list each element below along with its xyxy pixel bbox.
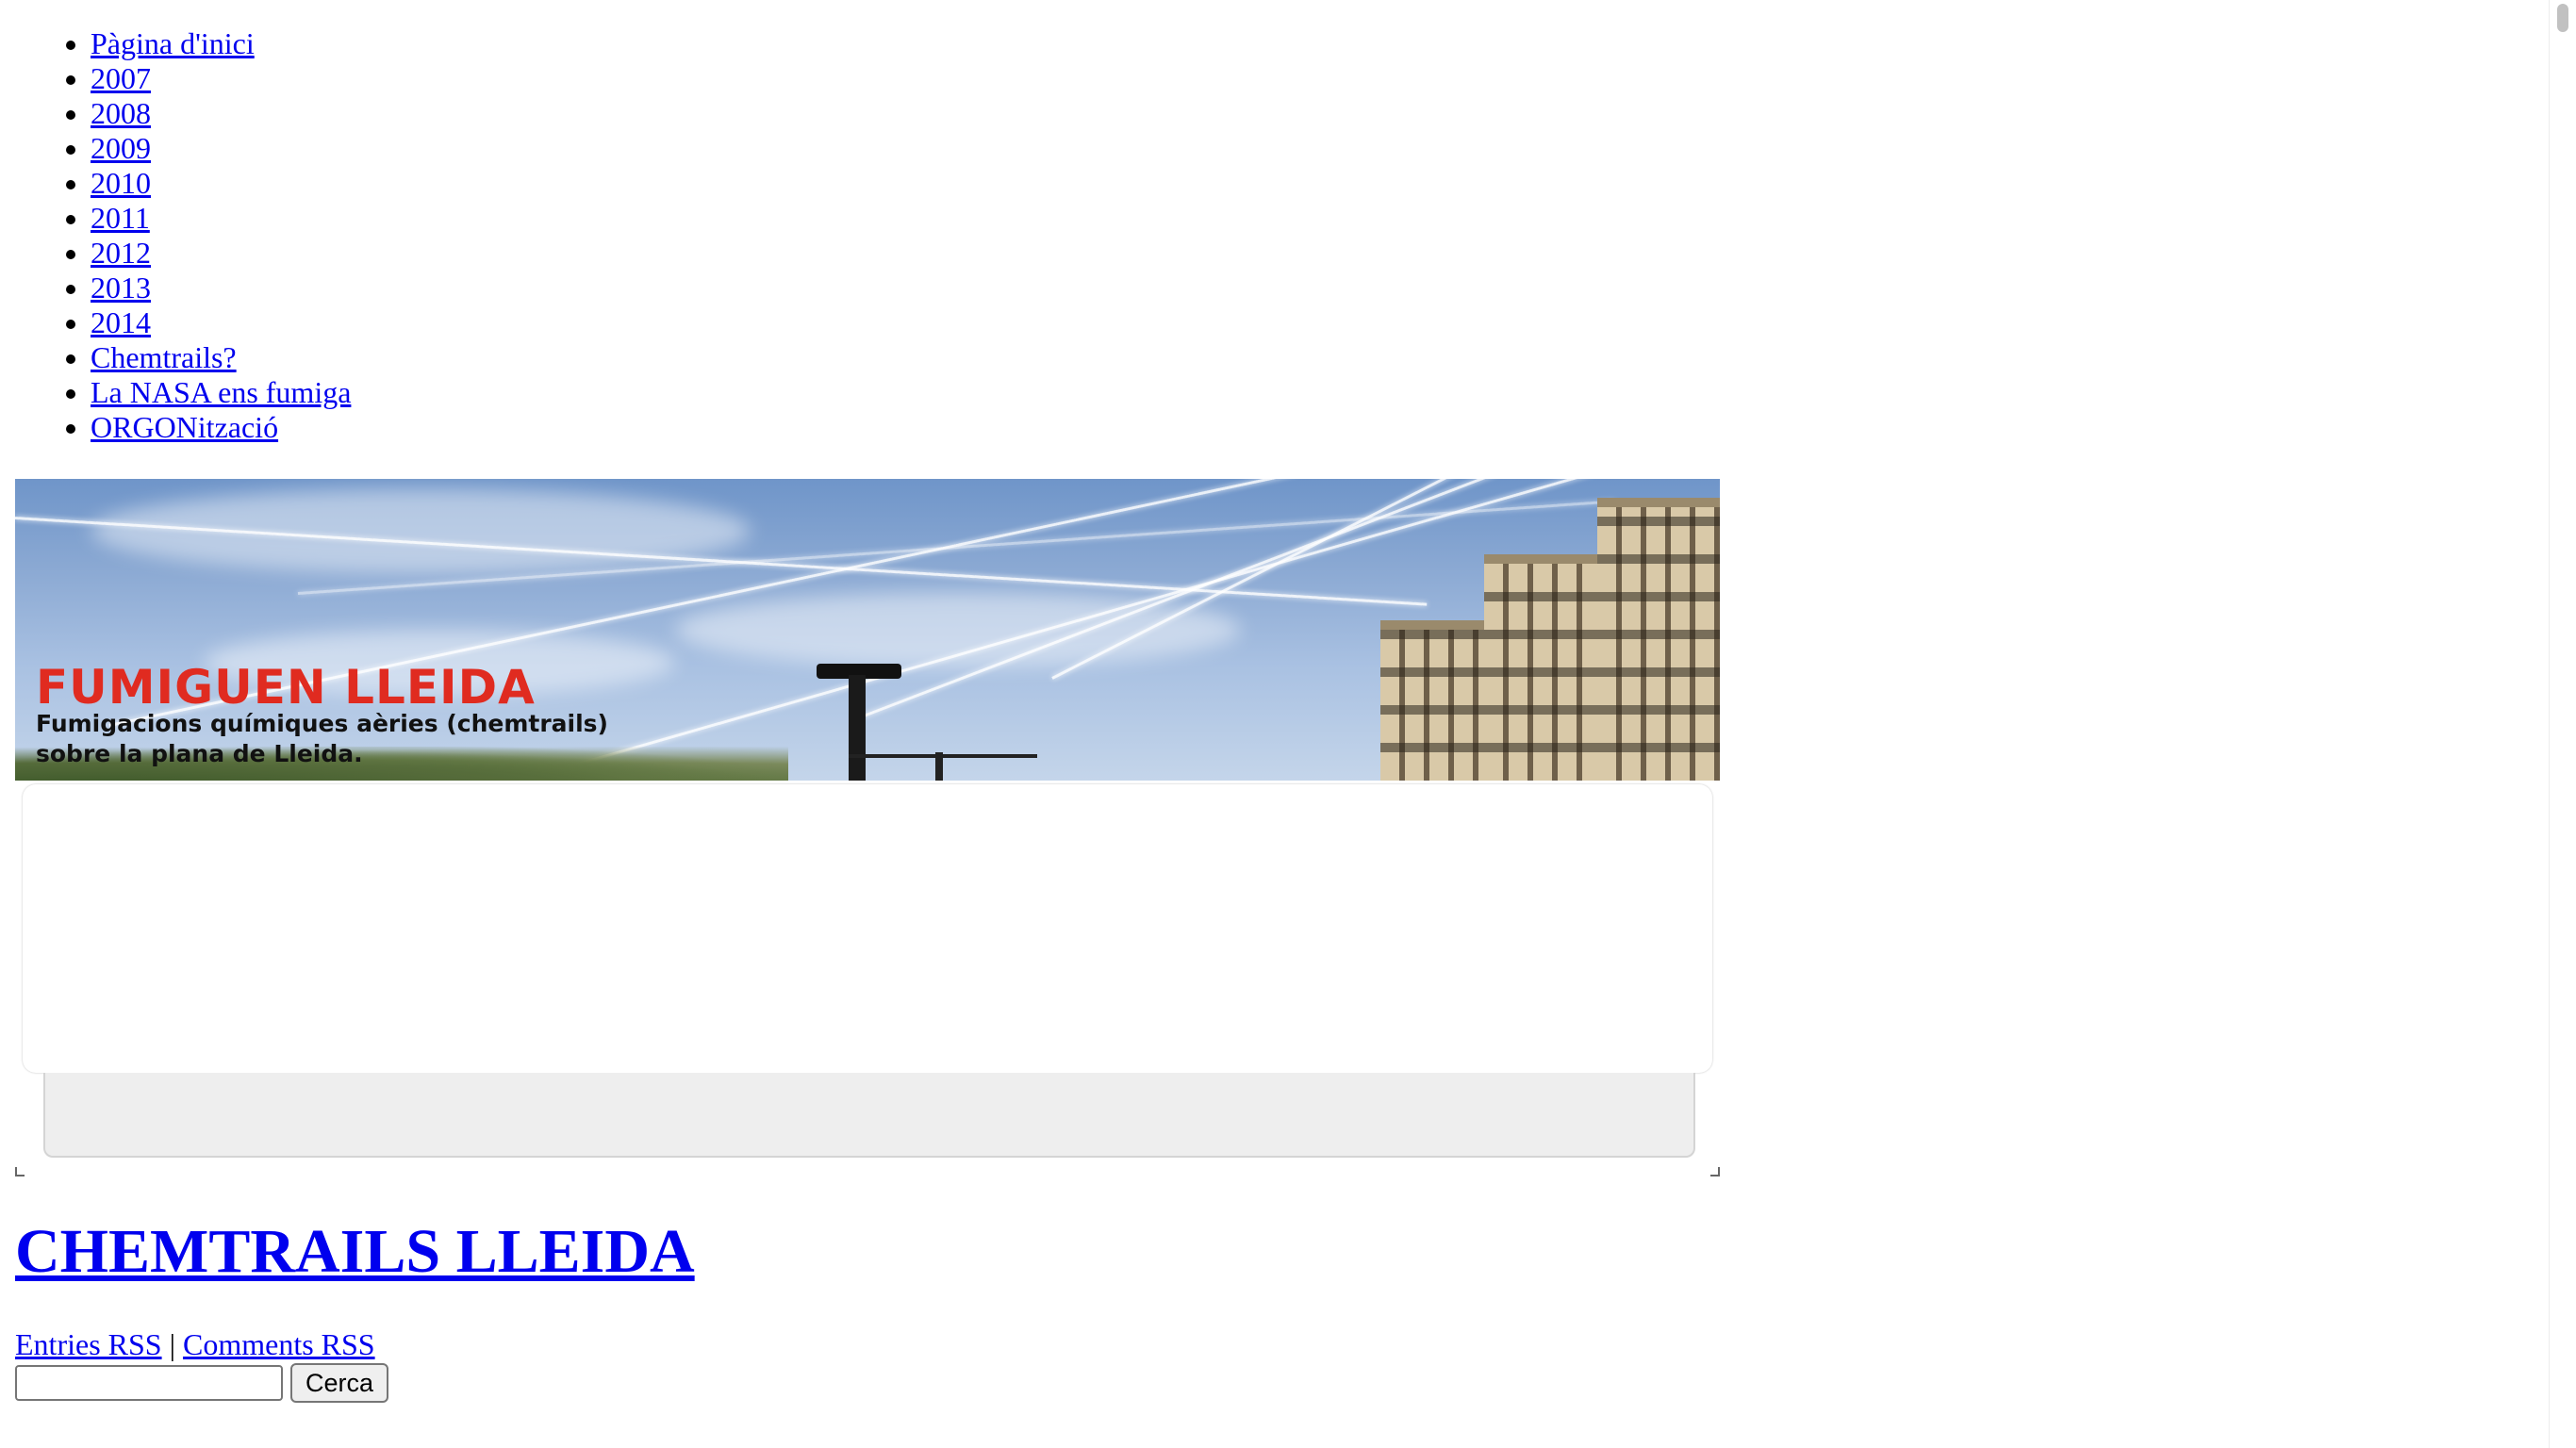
nav-item-2012: 2012 — [91, 236, 351, 271]
nav-link-2008[interactable]: 2008 — [91, 96, 151, 130]
search-input[interactable] — [15, 1365, 283, 1401]
nav-link-2012[interactable]: 2012 — [91, 236, 151, 270]
street-lamp-arm — [849, 754, 1037, 758]
main-navigation: Pàgina d'inici 2007 2008 2009 2010 2011 … — [15, 26, 351, 445]
street-lamp-post — [849, 675, 866, 781]
nav-link-home[interactable]: Pàgina d'inici — [91, 26, 255, 60]
nav-item-orgonitzacio: ORGONització — [91, 410, 351, 445]
building — [1597, 498, 1720, 781]
vertical-scrollbar[interactable] — [2549, 0, 2576, 1448]
nav-link-2007[interactable]: 2007 — [91, 61, 151, 95]
feed-links: Entries RSS | Comments RSS — [15, 1325, 375, 1363]
nav-item-2010: 2010 — [91, 166, 351, 201]
nav-link-2013[interactable]: 2013 — [91, 271, 151, 304]
nav-link-2014[interactable]: 2014 — [91, 305, 151, 339]
banner-subtitle-line1: Fumigacions químiques aèries (chemtrails… — [36, 710, 608, 737]
nav-item-2013: 2013 — [91, 271, 351, 305]
nav-link-nasa[interactable]: La NASA ens fumiga — [91, 375, 351, 409]
nav-link-2010[interactable]: 2010 — [91, 166, 151, 200]
search-form: Cerca — [15, 1363, 389, 1403]
nav-link-chemtrails[interactable]: Chemtrails? — [91, 340, 237, 374]
banner-subtitle: Fumigacions químiques aèries (chemtrails… — [36, 709, 608, 769]
street-lamp-post — [935, 752, 943, 781]
frame-corner — [1710, 1167, 1720, 1176]
nav-link-orgonitzacio[interactable]: ORGONització — [91, 410, 278, 444]
nav-item-2009: 2009 — [91, 131, 351, 166]
comments-rss-link[interactable]: Comments RSS — [183, 1327, 375, 1361]
search-button[interactable]: Cerca — [290, 1363, 389, 1403]
header-banner-image: FUMIGUEN LLEIDA Fumigacions químiques aè… — [15, 479, 1720, 781]
nav-item-home: Pàgina d'inici — [91, 26, 351, 61]
feed-separator: | — [169, 1327, 175, 1361]
banner-subtitle-line2: sobre la plana de Lleida. — [36, 740, 363, 767]
frame-corner — [15, 1167, 25, 1176]
embedded-widget-footer — [43, 1073, 1695, 1158]
nav-link-2009[interactable]: 2009 — [91, 131, 151, 165]
nav-item-nasa: La NASA ens fumiga — [91, 375, 351, 410]
nav-link-2011[interactable]: 2011 — [91, 201, 150, 235]
embedded-widget-content — [23, 784, 1712, 1073]
nav-item-2011: 2011 — [91, 201, 351, 236]
nav-item-chemtrails: Chemtrails? — [91, 340, 351, 375]
banner-title: FUMIGUEN LLEIDA — [36, 660, 536, 715]
embedded-widget-frame — [15, 781, 1720, 1176]
nav-item-2008: 2008 — [91, 96, 351, 131]
nav-item-2014: 2014 — [91, 305, 351, 340]
site-title-link[interactable]: CHEMTRAILS LLEIDA — [15, 1217, 695, 1286]
scrollbar-thumb[interactable] — [2557, 4, 2568, 32]
entries-rss-link[interactable]: Entries RSS — [15, 1327, 162, 1361]
buildings-illustration — [1380, 498, 1720, 781]
site-title: CHEMTRAILS LLEIDA — [15, 1214, 695, 1290]
nav-item-2007: 2007 — [91, 61, 351, 96]
sky-cloud — [91, 488, 751, 573]
